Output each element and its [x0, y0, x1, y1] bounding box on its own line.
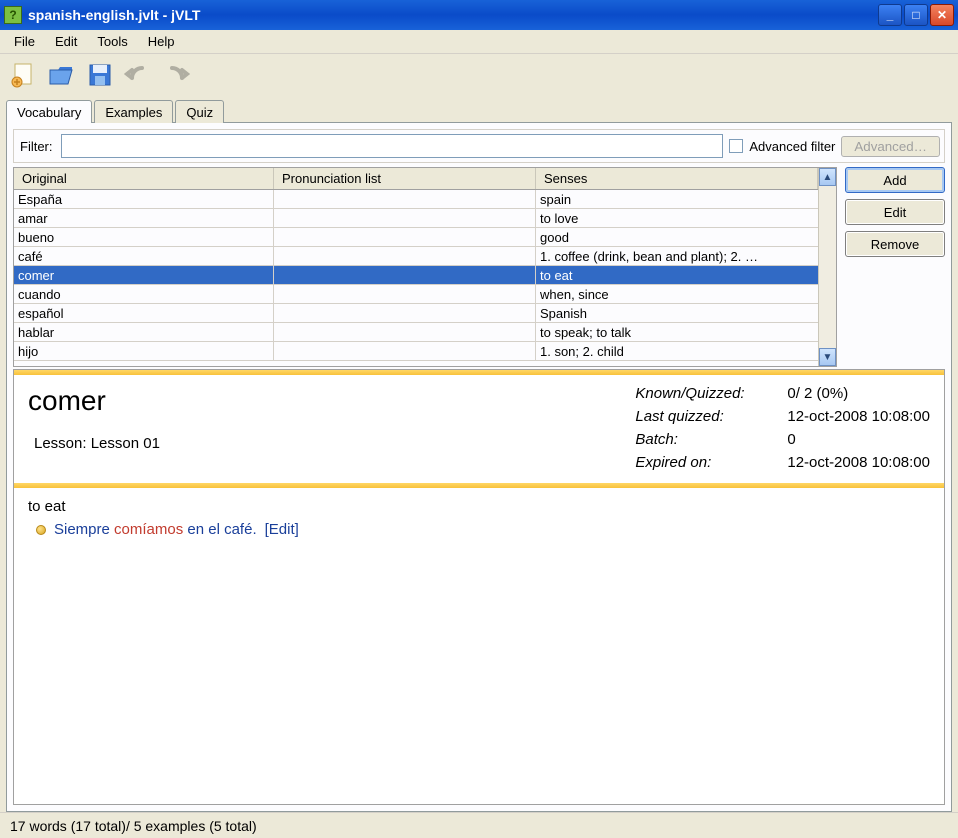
stat-expired-label: Expired on: — [635, 454, 775, 471]
content-frame: Filter: Advanced filter Advanced… Origin… — [6, 122, 952, 812]
close-button[interactable]: ✕ — [930, 4, 954, 26]
filter-input[interactable] — [61, 134, 724, 158]
table-row[interactable]: bueno good — [14, 228, 818, 247]
titlebar: ? spanish-english.jvlt - jVLT _ □ ✕ — [0, 0, 958, 30]
stat-last-label: Last quizzed: — [635, 408, 775, 425]
scroll-down-icon[interactable]: ▼ — [819, 348, 836, 366]
cell: good — [536, 228, 818, 246]
menu-edit[interactable]: Edit — [47, 32, 85, 51]
cell — [274, 190, 536, 208]
statusbar: 17 words (17 total)/ 5 examples (5 total… — [0, 812, 958, 838]
detail-word: comer — [28, 385, 615, 417]
table-row[interactable]: cuando when, since — [14, 285, 818, 304]
cell — [274, 209, 536, 227]
filter-row: Filter: Advanced filter Advanced… — [13, 129, 945, 163]
status-text: 17 words (17 total)/ 5 examples (5 total… — [10, 818, 257, 834]
cell: Spanish — [536, 304, 818, 322]
cell: 1. coffee (drink, bean and plant); 2. … — [536, 247, 818, 265]
cell: hijo — [14, 342, 274, 360]
window-title: spanish-english.jvlt - jVLT — [28, 7, 878, 23]
cell — [274, 342, 536, 360]
menu-tools[interactable]: Tools — [89, 32, 135, 51]
detail-lesson: Lesson: Lesson 01 — [28, 435, 615, 452]
table-area: Original Pronunciation list Senses Españ… — [13, 167, 945, 367]
cell — [274, 323, 536, 341]
example-edit-link[interactable]: [Edit] — [265, 521, 299, 538]
table-row[interactable]: España spain — [14, 190, 818, 209]
add-button[interactable]: Add — [845, 167, 945, 193]
cell — [274, 247, 536, 265]
table-row[interactable]: comer to eat — [14, 266, 818, 285]
menu-help[interactable]: Help — [140, 32, 183, 51]
col-senses[interactable]: Senses — [536, 168, 818, 189]
cell: España — [14, 190, 274, 208]
cell: amar — [14, 209, 274, 227]
table-row[interactable]: amar to love — [14, 209, 818, 228]
stat-expired-value: 12-oct-2008 10:08:00 — [787, 454, 930, 471]
tab-vocabulary[interactable]: Vocabulary — [6, 100, 92, 123]
cell — [274, 266, 536, 284]
example-text: Siempre comíamos en el café. — [54, 521, 257, 538]
edit-button[interactable]: Edit — [845, 199, 945, 225]
undo-icon[interactable] — [122, 59, 154, 91]
tab-examples[interactable]: Examples — [94, 100, 173, 123]
stat-known-label: Known/Quizzed: — [635, 385, 775, 402]
advanced-filter-label: Advanced filter — [749, 139, 835, 154]
table-row[interactable]: hijo 1. son; 2. child — [14, 342, 818, 361]
cell — [274, 228, 536, 246]
side-buttons: Add Edit Remove — [845, 167, 945, 367]
cell: bueno — [14, 228, 274, 246]
cell: cuando — [14, 285, 274, 303]
stat-batch-label: Batch: — [635, 431, 775, 448]
cell: to eat — [536, 266, 818, 284]
tab-quiz[interactable]: Quiz — [175, 100, 224, 123]
cell: to love — [536, 209, 818, 227]
table-row[interactable]: hablar to speak; to talk — [14, 323, 818, 342]
cell: español — [14, 304, 274, 322]
stat-known-value: 0/ 2 (0%) — [787, 385, 930, 402]
open-icon[interactable] — [46, 59, 78, 91]
example-line: Siempre comíamos en el café. [Edit] — [28, 521, 930, 538]
cell: comer — [14, 266, 274, 284]
cell: to speak; to talk — [536, 323, 818, 341]
cell: when, since — [536, 285, 818, 303]
remove-button[interactable]: Remove — [845, 231, 945, 257]
col-original[interactable]: Original — [14, 168, 274, 189]
minimize-button[interactable]: _ — [878, 4, 902, 26]
stat-batch-value: 0 — [787, 431, 930, 448]
save-icon[interactable] — [84, 59, 116, 91]
maximize-button[interactable]: □ — [904, 4, 928, 26]
new-icon[interactable] — [8, 59, 40, 91]
tab-bar: Vocabulary Examples Quiz — [0, 96, 958, 122]
col-pronunciation[interactable]: Pronunciation list — [274, 168, 536, 189]
table-scrollbar[interactable]: ▲ ▼ — [818, 168, 836, 366]
menubar: File Edit Tools Help — [0, 30, 958, 54]
detail-stats: Known/Quizzed: 0/ 2 (0%) Last quizzed: 1… — [635, 385, 930, 471]
stat-last-value: 12-oct-2008 10:08:00 — [787, 408, 930, 425]
cell: hablar — [14, 323, 274, 341]
advanced-filter-checkbox[interactable] — [729, 139, 743, 153]
scroll-up-icon[interactable]: ▲ — [819, 168, 836, 186]
app-icon: ? — [4, 6, 22, 24]
vocab-table: Original Pronunciation list Senses Españ… — [13, 167, 837, 367]
detail-sense: to eat — [28, 498, 930, 515]
cell: spain — [536, 190, 818, 208]
filter-label: Filter: — [18, 139, 55, 154]
cell: 1. son; 2. child — [536, 342, 818, 360]
table-header: Original Pronunciation list Senses — [14, 168, 818, 190]
advanced-button[interactable]: Advanced… — [841, 136, 940, 157]
bullet-icon — [36, 525, 46, 535]
toolbar — [0, 54, 958, 96]
table-row[interactable]: español Spanish — [14, 304, 818, 323]
cell — [274, 304, 536, 322]
redo-icon[interactable] — [160, 59, 192, 91]
detail-panel: comer Lesson: Lesson 01 Known/Quizzed: 0… — [13, 369, 945, 805]
table-row[interactable]: café 1. coffee (drink, bean and plant); 2… — [14, 247, 818, 266]
menu-file[interactable]: File — [6, 32, 43, 51]
cell: café — [14, 247, 274, 265]
cell — [274, 285, 536, 303]
